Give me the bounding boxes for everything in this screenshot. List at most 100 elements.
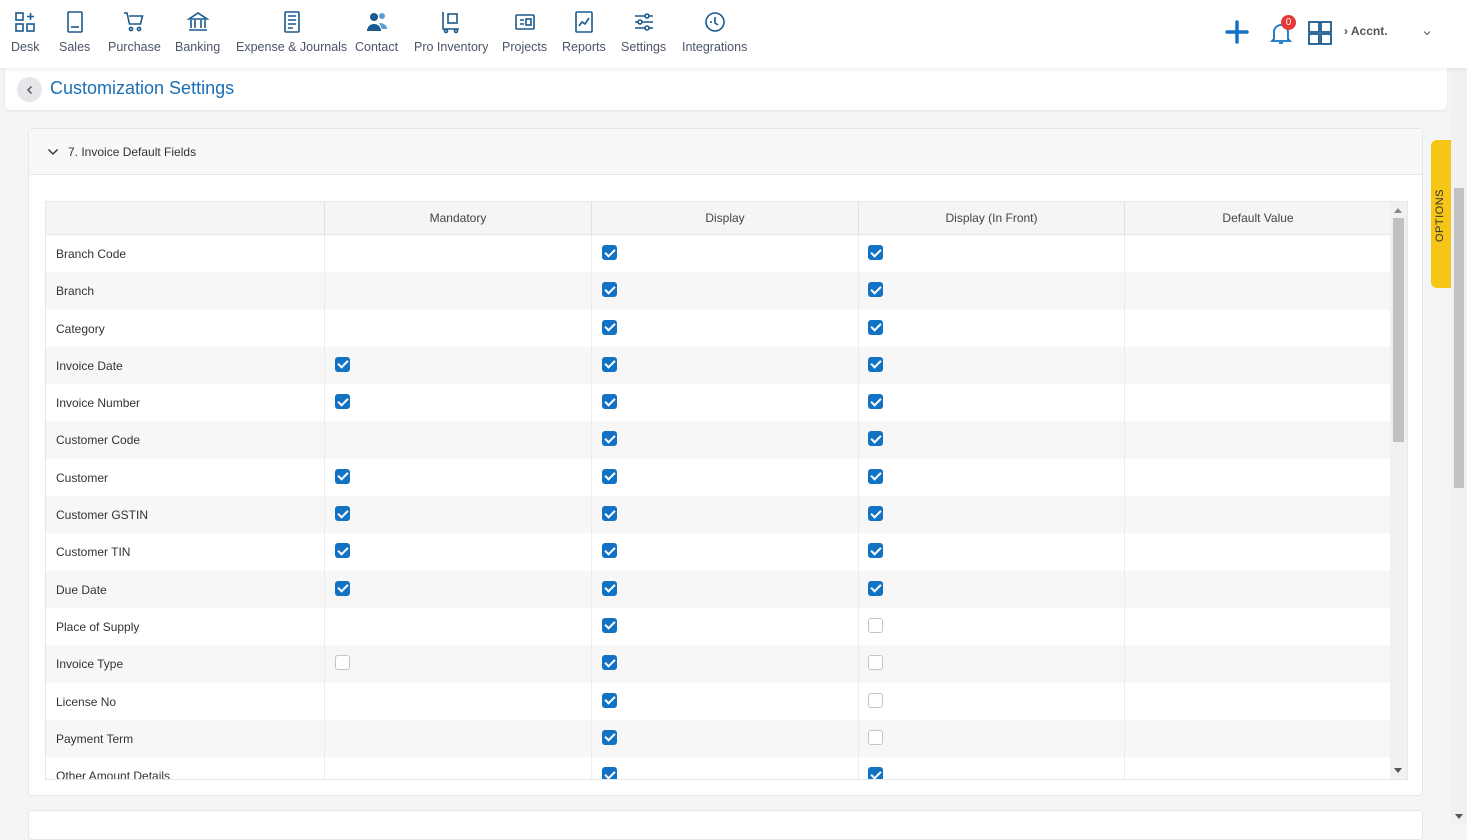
cell-divider (591, 607, 592, 646)
nav-sales[interactable]: Sales (59, 10, 90, 54)
display-front-checkbox[interactable] (868, 431, 883, 447)
display-checkbox[interactable] (602, 729, 617, 745)
scroll-down-arrow[interactable] (1394, 768, 1402, 773)
notification-badge: 0 (1281, 15, 1296, 30)
display-front-checkbox[interactable] (868, 617, 883, 633)
nav-desk[interactable]: Desk (11, 10, 39, 54)
page-title: Customization Settings (50, 78, 235, 98)
chevron-down-icon[interactable] (1421, 27, 1433, 39)
scroll-up-arrow[interactable] (1394, 208, 1402, 213)
projects-icon (514, 14, 535, 30)
back-button[interactable] (17, 77, 42, 102)
cell-divider (591, 309, 592, 347)
cell-divider (324, 607, 325, 646)
desk-icon (15, 12, 36, 32)
display-front-checkbox[interactable] (868, 468, 883, 484)
display-checkbox[interactable] (602, 431, 617, 447)
options-label: OPTIONS (1434, 188, 1446, 242)
table-row: Branch Code (46, 235, 1391, 273)
display-front-checkbox[interactable] (868, 245, 883, 260)
nav-reports[interactable]: Reports (562, 10, 606, 54)
mandatory-checkbox[interactable] (335, 468, 350, 484)
display-front-checkbox[interactable] (868, 543, 883, 559)
display-checkbox[interactable] (602, 767, 617, 779)
display-checkbox[interactable] (602, 282, 617, 298)
field-label: Branch Code (56, 247, 127, 261)
cart-icon (124, 12, 144, 32)
cell-divider (324, 496, 325, 534)
nav-expense-journals[interactable]: Expense & Journals (236, 10, 347, 54)
display-checkbox[interactable] (602, 319, 617, 335)
page-scroll-down-arrow[interactable] (1455, 814, 1463, 819)
display-front-checkbox[interactable] (868, 506, 883, 522)
account-name[interactable]: › Accnt. (1344, 24, 1388, 38)
mandatory-checkbox[interactable] (335, 655, 350, 671)
display-front-checkbox[interactable] (868, 580, 883, 596)
add-icon[interactable] (1224, 19, 1250, 45)
page-scrollbar-thumb[interactable] (1454, 188, 1464, 488)
display-front-checkbox[interactable] (868, 767, 883, 779)
nav-label: Expense & Journals (236, 40, 348, 54)
display-checkbox[interactable] (602, 468, 617, 484)
options-tab[interactable]: OPTIONS (1431, 140, 1451, 288)
cell-divider (324, 346, 325, 385)
display-checkbox[interactable] (602, 245, 617, 260)
section-header[interactable]: 7. Invoice Default Fields (29, 129, 1422, 175)
integrations-icon (704, 12, 725, 32)
mandatory-checkbox[interactable] (335, 580, 350, 596)
nav-contact[interactable]: Contact (355, 10, 398, 54)
cell-divider (324, 309, 325, 347)
cell-divider (324, 533, 325, 571)
cell-divider (1124, 682, 1125, 720)
display-front-checkbox[interactable] (868, 692, 883, 708)
field-label: Invoice Date (56, 358, 123, 373)
apps-grid-icon[interactable] (1307, 20, 1333, 46)
cell-divider (858, 309, 859, 347)
display-checkbox[interactable] (602, 580, 617, 596)
nav-purchase[interactable]: Purchase (108, 10, 161, 54)
table-row: Place of Supply (46, 607, 1391, 646)
nav-pro-inventory[interactable]: Pro Inventory (414, 10, 488, 54)
display-checkbox[interactable] (602, 692, 617, 708)
display-front-checkbox[interactable] (868, 356, 883, 372)
display-front-checkbox[interactable] (868, 282, 883, 298)
display-front-checkbox[interactable] (868, 655, 883, 671)
nav-banking[interactable]: Banking (175, 10, 220, 54)
scrollbar-thumb[interactable] (1393, 218, 1404, 442)
column-header-mandatory: Mandatory (324, 202, 591, 235)
field-label: Other Amount Details (56, 769, 171, 780)
display-front-checkbox[interactable] (868, 394, 883, 410)
cell-divider (858, 458, 859, 497)
cell-divider (591, 533, 592, 571)
cell-divider (1124, 757, 1125, 779)
nav-projects[interactable]: Projects (502, 10, 547, 54)
display-front-checkbox[interactable] (868, 319, 883, 335)
table-scrollbar[interactable] (1390, 202, 1407, 779)
display-checkbox[interactable] (602, 356, 617, 372)
cell-divider (324, 719, 325, 758)
mandatory-checkbox[interactable] (335, 506, 350, 522)
mandatory-checkbox[interactable] (335, 394, 350, 410)
table-row: Invoice Number (46, 384, 1391, 422)
cell-divider (591, 719, 592, 758)
display-checkbox[interactable] (602, 506, 617, 522)
nav-integrations[interactable]: Integrations (682, 10, 747, 54)
display-checkbox[interactable] (602, 655, 617, 671)
nav-settings[interactable]: Settings (621, 10, 666, 54)
mandatory-checkbox[interactable] (335, 543, 350, 559)
field-label: Category (56, 321, 105, 336)
nav-label: Settings (621, 40, 667, 54)
display-checkbox[interactable] (602, 617, 617, 633)
cell-divider (591, 421, 592, 459)
display-checkbox[interactable] (602, 394, 617, 410)
page-scrollbar[interactable] (1451, 68, 1467, 825)
fields-table: Mandatory Display Display (In Front) Def… (45, 201, 1408, 780)
invoice-default-fields-section: 7. Invoice Default Fields Mandatory Disp… (28, 128, 1423, 796)
cell-divider (858, 235, 859, 273)
nav-label: Desk (11, 40, 40, 54)
mandatory-checkbox[interactable] (335, 356, 350, 372)
display-front-checkbox[interactable] (868, 729, 883, 745)
table-row: Invoice Date (46, 346, 1391, 385)
field-label: Invoice Type (56, 657, 124, 672)
display-checkbox[interactable] (602, 543, 617, 559)
